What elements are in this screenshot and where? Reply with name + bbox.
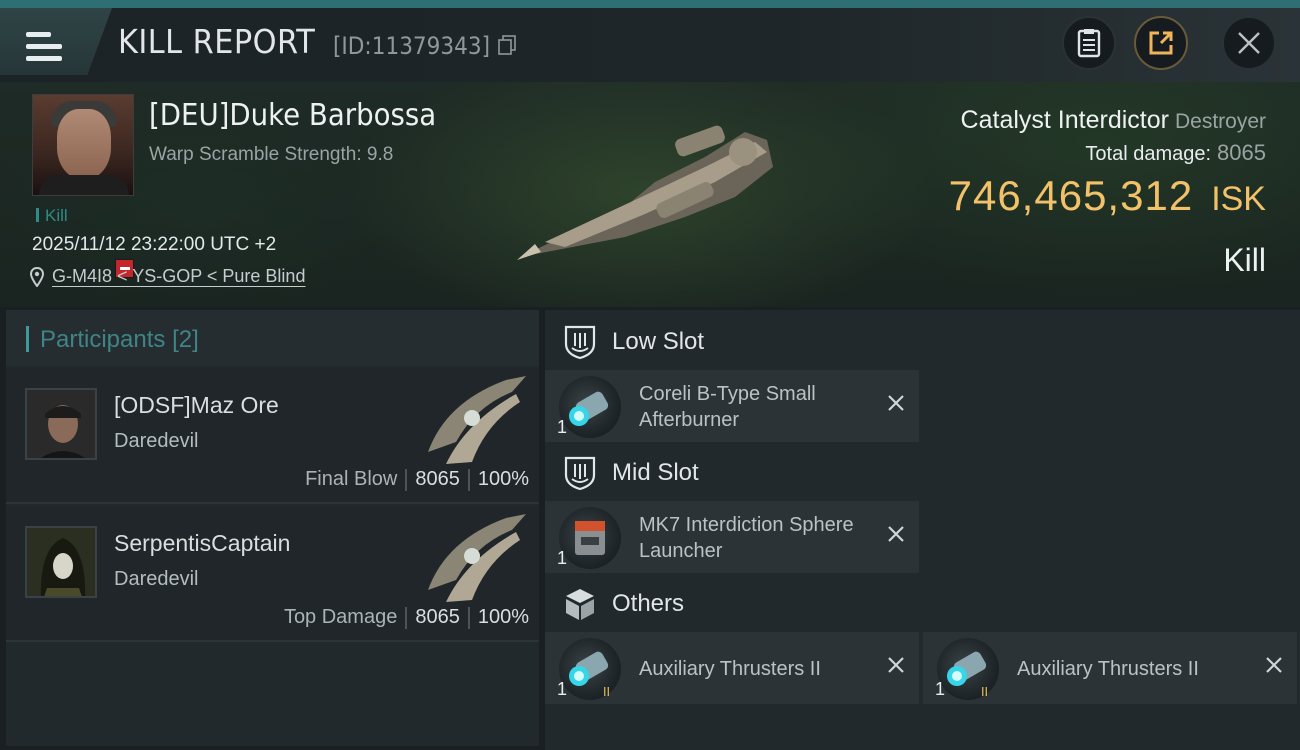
location-pin-icon (30, 266, 44, 287)
module-item[interactable]: II 1 Auxiliary Thrusters II (545, 632, 919, 704)
svg-text:II: II (981, 685, 988, 699)
cube-icon (566, 589, 594, 620)
participant-ship: Daredevil (114, 568, 199, 590)
participant-role: Top Damage (283, 606, 398, 628)
module-qty: 1 (557, 417, 568, 437)
close-icon (1238, 32, 1260, 54)
participants-label: Participants (40, 326, 166, 353)
thruster-icon: II (937, 638, 999, 700)
ship-class: Destroyer (1174, 110, 1266, 133)
remove-x-icon[interactable] (885, 654, 907, 676)
participant-ship-image (428, 376, 526, 464)
ship-image (517, 125, 773, 260)
participant-avatar[interactable] (25, 526, 97, 598)
low-slot-label: Low Slot (612, 328, 705, 355)
total-damage-value: 8065 (1217, 140, 1266, 165)
location-link[interactable]: G-M4I8 < YS-GOP < Pure Blind (52, 266, 305, 287)
module-name: Coreli B-Type Small Afterburner (639, 383, 816, 431)
thruster-icon: II (559, 638, 621, 700)
close-button[interactable] (1222, 16, 1276, 70)
header-bar: KILL REPORT [ID:11379343] (0, 0, 1300, 82)
participants-count: [2] (172, 326, 199, 353)
module-qty: 1 (557, 679, 568, 699)
module-qty: 1 (935, 679, 946, 699)
participant-percent: 100% (477, 468, 529, 490)
share-button[interactable] (1134, 16, 1188, 70)
victim-ship[interactable]: Catalyst Interdictor Destroyer (961, 106, 1266, 135)
others-header: Others (545, 576, 1300, 632)
participant-row[interactable]: SerpentisCaptain Daredevil Top Damage 80… (6, 506, 539, 642)
participant-percent: 100% (477, 606, 529, 628)
header-accent-line (0, 0, 1300, 8)
module-item[interactable]: 1 Coreli B-Type Small Afterburner (545, 370, 919, 442)
kill-datetime: 2025/11/12 23:22:00 UTC +2 (32, 234, 277, 255)
notes-button[interactable] (1062, 16, 1116, 70)
notes-icon (1077, 29, 1101, 58)
remove-x-icon[interactable] (885, 523, 907, 545)
others-label: Others (612, 590, 685, 617)
mid-slot-label: Mid Slot (612, 459, 699, 486)
participants-panel: Participants [2] [ODSF]Maz Ore Daredevil… (6, 310, 539, 746)
isk-value-display: 746,465,312 ISK (949, 172, 1266, 220)
kill-tag: Kill (36, 206, 68, 226)
isk-unit: ISK (1211, 180, 1266, 218)
participant-row[interactable]: [ODSF]Maz Ore Daredevil Final Blow 8065 … (6, 368, 539, 504)
victim-subtitle: Warp Scramble Strength: 9.8 (149, 144, 394, 165)
participant-damage: 8065 (415, 468, 460, 490)
participant-role: Final Blow (305, 468, 398, 490)
module-qty: 1 (557, 548, 568, 568)
participant-avatar[interactable] (25, 388, 97, 460)
total-damage-label: Total damage: (1085, 143, 1212, 165)
ship-name: Catalyst Interdictor (960, 106, 1169, 134)
participant-ship: Daredevil (114, 430, 199, 452)
remove-x-icon[interactable] (885, 392, 907, 414)
isk-value: 746,465,312 (948, 172, 1194, 219)
outcome-label: Kill (1223, 242, 1266, 278)
participant-stats: Top Damage 8065 100% (284, 606, 529, 629)
afterburner-icon (559, 376, 621, 438)
total-damage: Total damage: 8065 (1085, 140, 1266, 166)
copy-icon[interactable] (498, 35, 516, 55)
launcher-icon (559, 507, 621, 569)
shield-slot-icon (564, 456, 596, 491)
shield-slot-icon (564, 325, 596, 360)
module-name: Auxiliary Thrusters II (1017, 658, 1199, 680)
remove-x-icon[interactable] (1263, 654, 1285, 676)
participant-ship-image (428, 514, 526, 602)
module-item[interactable]: II 1 Auxiliary Thrusters II (923, 632, 1297, 704)
participant-name: [ODSF]Maz Ore (114, 392, 279, 418)
low-slot-header: Low Slot (545, 314, 1300, 370)
mid-slot-header: Mid Slot (545, 445, 1300, 501)
location[interactable]: G-M4I8 < YS-GOP < Pure Blind (30, 266, 305, 287)
report-id: [ID:11379343] (333, 32, 491, 60)
participants-header: Participants [2] (6, 310, 539, 366)
share-icon (1149, 31, 1173, 55)
participant-name: SerpentisCaptain (114, 530, 291, 556)
victim-portrait[interactable] (32, 94, 134, 196)
menu-button[interactable] (0, 8, 112, 75)
module-name: MK7 Interdiction Sphere Launcher (639, 514, 854, 562)
fitting-panel: Low Slot 1 Coreli B-Type Small Afterburn… (545, 310, 1300, 750)
module-name: Auxiliary Thrusters II (639, 658, 821, 680)
victim-name[interactable]: [DEU]Duke Barbossa (149, 98, 436, 133)
participant-damage: 8065 (415, 606, 460, 628)
svg-text:II: II (603, 685, 610, 699)
module-item[interactable]: 1 MK7 Interdiction Sphere Launcher (545, 501, 919, 573)
participant-stats: Final Blow 8065 100% (305, 468, 529, 491)
victim-banner: [DEU]Duke Barbossa Warp Scramble Strengt… (0, 82, 1300, 307)
page-title: KILL REPORT (118, 22, 316, 61)
menu-icon (26, 32, 62, 62)
